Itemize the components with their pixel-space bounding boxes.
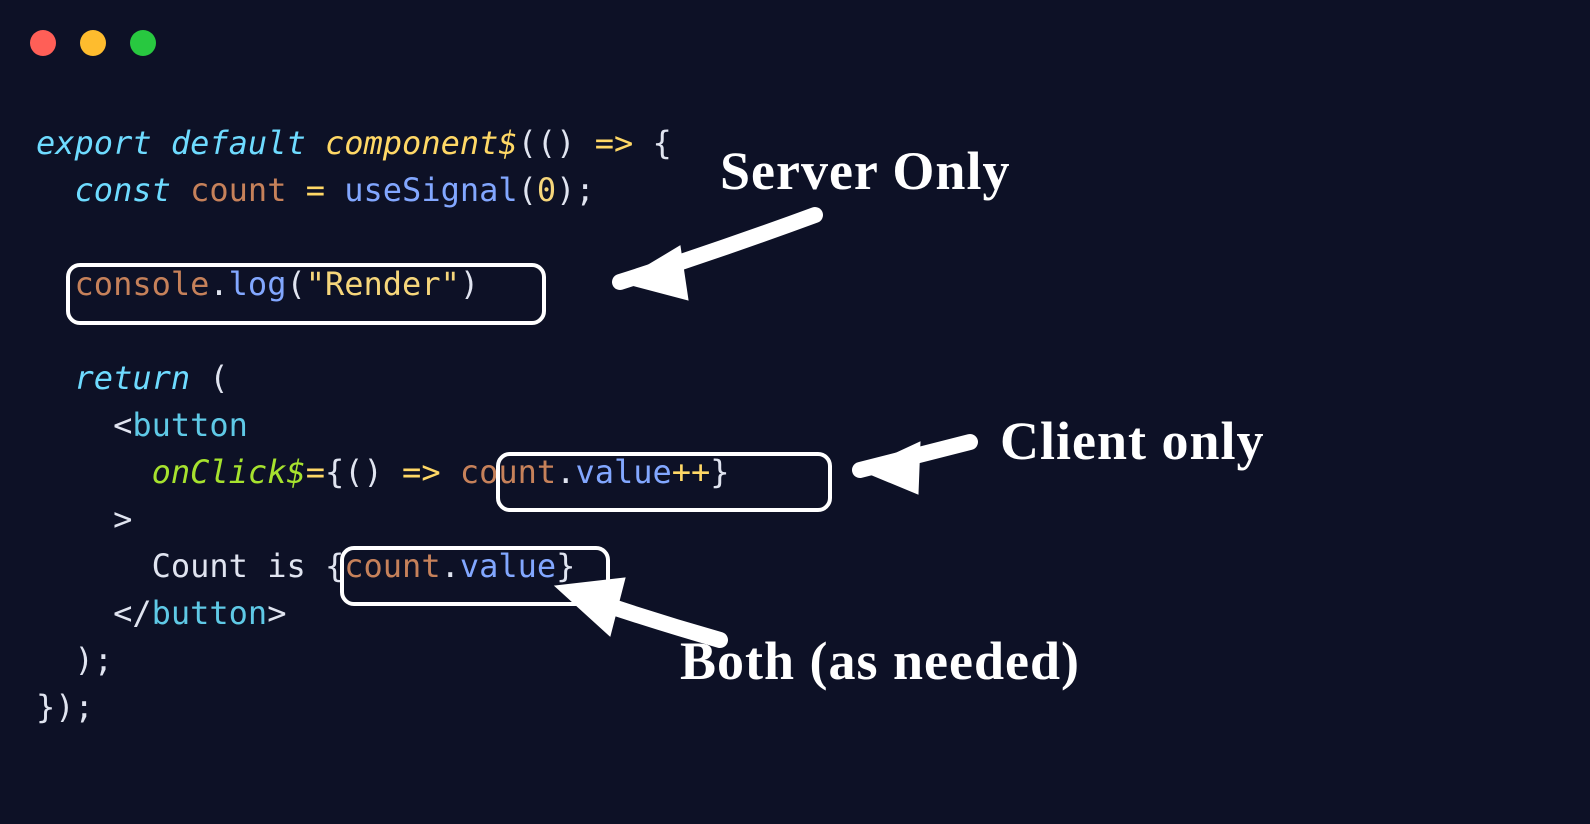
angle: < xyxy=(113,406,132,444)
num-zero: 0 xyxy=(537,171,556,209)
kw-return: return xyxy=(75,359,191,397)
traffic-lights xyxy=(30,30,156,56)
arrow: => xyxy=(575,124,652,162)
brace: { xyxy=(653,124,672,162)
punc: ( xyxy=(518,124,537,162)
angle-gt: > xyxy=(113,500,132,538)
brace-open: { xyxy=(325,453,344,491)
prop-value: value xyxy=(575,453,671,491)
tag-button-close: button xyxy=(152,594,268,632)
str-render: "Render" xyxy=(306,265,460,303)
brace-close: } xyxy=(710,453,729,491)
fn-log: log xyxy=(229,265,287,303)
dot: . xyxy=(209,265,228,303)
angle-gt2: > xyxy=(267,594,286,632)
arrow2: => xyxy=(383,453,460,491)
id-console: console xyxy=(75,265,210,303)
tag-button: button xyxy=(132,406,248,444)
minimize-dot-icon xyxy=(80,30,106,56)
angle-close: </ xyxy=(113,594,152,632)
annotation-client-only: Client only xyxy=(1000,410,1265,472)
op-pp: ++ xyxy=(672,453,711,491)
kw-export: export xyxy=(36,124,152,162)
dot2: . xyxy=(556,453,575,491)
close-dot-icon xyxy=(30,30,56,56)
prop-value2: value xyxy=(460,547,556,585)
id-count3: count xyxy=(344,547,440,585)
attr-onclick: onClick$ xyxy=(152,453,306,491)
brace-close2: } xyxy=(556,547,575,585)
kw-const: const xyxy=(75,171,171,209)
op-eq: = xyxy=(286,171,344,209)
kw-default: default xyxy=(171,124,306,162)
paren: () xyxy=(344,453,383,491)
punc-close1: ); xyxy=(75,641,114,679)
maximize-dot-icon xyxy=(130,30,156,56)
punc: ( xyxy=(286,265,305,303)
op-eq2: = xyxy=(306,453,325,491)
annotation-server-only: Server Only xyxy=(720,140,1010,202)
txt-count-is: Count is xyxy=(152,547,325,585)
id-count: count xyxy=(190,171,286,209)
fn-useSignal: useSignal xyxy=(344,171,517,209)
dot3: . xyxy=(441,547,460,585)
id-count2: count xyxy=(460,453,556,491)
fn-component: component$ xyxy=(325,124,518,162)
punc: ( xyxy=(518,171,537,209)
paren: () xyxy=(537,124,576,162)
brace-open2: { xyxy=(325,547,344,585)
annotation-both: Both (as needed) xyxy=(680,630,1080,692)
punc: ) xyxy=(460,265,479,303)
punc-close2: }); xyxy=(36,688,94,726)
punc: ); xyxy=(556,171,595,209)
punc: ( xyxy=(190,359,229,397)
